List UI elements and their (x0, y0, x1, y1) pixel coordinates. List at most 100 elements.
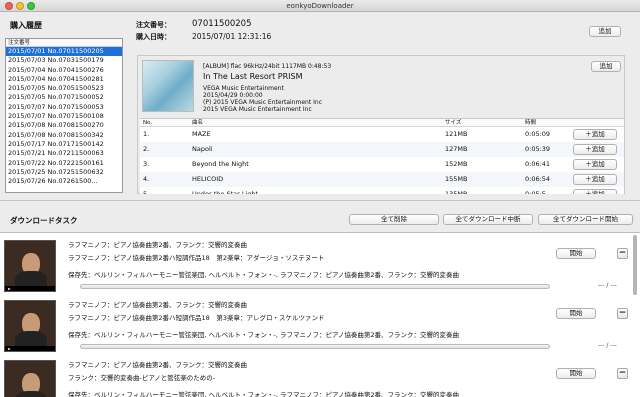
album-panel: [ALBUM] flac 96kHz/24bit 1117MB 0:48:53 … (137, 55, 625, 194)
history-item[interactable]: 2015/07/08 No.07081500342 (6, 131, 122, 140)
task-track-title: ラフマニノフ：ピアノ協奏曲第2番ハ短調作品18 第3楽章：アレグロ・スケルツァン… (68, 314, 325, 322)
history-item[interactable]: 2015/07/07 No.07071500053 (6, 103, 122, 112)
task-album-title: ラフマニノフ：ピアノ協奏曲第2番、フランク：交響的変奏曲 (68, 361, 248, 369)
history-item[interactable]: 2015/07/26 No.07261500... (6, 177, 122, 186)
task-start-button[interactable]: 開始 (556, 368, 596, 379)
remove-task-icon[interactable]: − (617, 248, 628, 259)
track-time: 0:05:39 (525, 145, 551, 153)
track-time-header[interactable]: 時間 (525, 119, 536, 127)
task-start-button[interactable]: 開始 (556, 308, 596, 319)
download-task: ラフマニノフ：ピアノ協奏曲第2番、フランク：交響的変奏曲 ラフマニノフ：ピアノ協奏… (0, 296, 640, 355)
track-size: 135MB (445, 190, 468, 194)
history-item[interactable]: 2015/07/07 No.07071500108 (6, 112, 122, 121)
album-label: VEGA Music Entertainment (203, 85, 284, 92)
album-c-line: 2015 VEGA Music Entertainment Inc (203, 106, 312, 113)
play-icon (8, 288, 11, 290)
title-bar: eonkyoDownloader (0, 0, 640, 12)
stop-all-button[interactable]: 全てダウンロード中断 (443, 214, 533, 225)
track-table-header: No. 曲名 サイズ 時間 (140, 119, 624, 127)
close-window-button[interactable] (5, 2, 13, 10)
track-name: Under the Star Light (192, 190, 259, 194)
task-list-scrollbar[interactable] (632, 233, 638, 397)
task-thumbnail (4, 300, 56, 352)
task-progress-text: --- / --- (598, 342, 617, 349)
track-table: No. 曲名 サイズ 時間 1. MAZE 121MB 0:05:09 ＋追加 2. Nap… (140, 118, 624, 194)
history-item[interactable]: 2015/07/25 No.07251500632 (6, 168, 122, 177)
remove-task-icon[interactable]: − (617, 368, 628, 379)
track-no-header[interactable]: No. (143, 119, 152, 127)
history-item[interactable]: 2015/07/17 No.07171500142 (6, 140, 122, 149)
thumbnail-player-bar (5, 286, 55, 291)
task-progress-text: --- / --- (598, 282, 617, 289)
add-track-button[interactable]: ＋追加 (573, 174, 617, 185)
download-task-list[interactable]: ラフマニノフ：ピアノ協奏曲第2番、フランク：交響的変奏曲 ラフマニノフ：ピアノ協奏… (0, 232, 640, 397)
order-date-value: 2015/07/01 12:31:16 (192, 32, 272, 41)
history-item[interactable]: 2015/07/03 No.07031500179 (6, 56, 122, 65)
history-item[interactable]: 2015/07/22 No.07221500161 (6, 159, 122, 168)
add-track-button[interactable]: ＋追加 (573, 189, 617, 194)
track-time: 0:06:54 (525, 175, 551, 183)
splitter[interactable] (0, 200, 640, 201)
task-start-button[interactable]: 開始 (556, 248, 596, 259)
order-number-label: 注文番号： (136, 21, 171, 29)
track-number: 2. (143, 145, 150, 153)
window-title: eonkyoDownloader (286, 2, 354, 10)
zoom-window-button[interactable] (27, 2, 35, 10)
history-item[interactable]: 2015/07/05 No.07071500052 (6, 93, 122, 102)
track-row[interactable]: 3. Beyond the Night 152MB 0:06:41 ＋追加 (140, 157, 624, 172)
track-name-header[interactable]: 曲名 (192, 119, 203, 127)
task-thumbnail (4, 240, 56, 292)
remove-task-icon[interactable]: − (617, 308, 628, 319)
track-size-header[interactable]: サイズ (445, 119, 461, 127)
track-time: 0:05:09 (525, 130, 551, 138)
task-track-title: フランク：交響的変奏曲-ピアノと管弦楽のための- (68, 374, 216, 382)
track-row[interactable]: 4. HELICOID 155MB 0:06:54 ＋追加 (140, 172, 624, 187)
history-item[interactable]: 2015/07/01 No.07011500205 (6, 47, 122, 57)
play-icon (8, 348, 11, 350)
task-track-title: ラフマニノフ：ピアノ協奏曲第2番ハ短調作品18 第2楽章：アダージョ・ソステヌー… (68, 254, 325, 262)
track-rows: 1. MAZE 121MB 0:05:09 ＋追加 2. Napoli 127MB 0:05:3… (140, 127, 624, 194)
track-row[interactable]: 2. Napoli 127MB 0:05:39 ＋追加 (140, 142, 624, 157)
track-name: HELICOID (192, 175, 224, 183)
download-task: ラフマニノフ：ピアノ協奏曲第2番、フランク：交響的変奏曲 フランク：交響的変奏曲-… (0, 356, 640, 397)
track-size: 121MB (445, 130, 468, 138)
track-time: 0:06:41 (525, 160, 551, 168)
track-name: Beyond the Night (192, 160, 249, 168)
add-track-button[interactable]: ＋追加 (573, 159, 617, 170)
start-all-button[interactable]: 全てダウンロード開始 (538, 214, 633, 225)
track-size: 152MB (445, 160, 468, 168)
add-track-button[interactable]: ＋追加 (573, 129, 617, 140)
album-release-date: 2015/04/29 0:00:00 (203, 92, 263, 99)
download-tasks-heading: ダウンロードタスク (10, 216, 78, 225)
task-save-path: 保存先：ベルリン・フィルハーモニー管弦楽団, ヘルベルト・フォン・-, ラフマニ… (68, 391, 460, 397)
history-column-header[interactable]: 注文番号 (6, 39, 122, 47)
scrollbar-knob[interactable] (633, 235, 637, 295)
track-size: 127MB (445, 145, 468, 153)
add-album-button[interactable]: 追加 (591, 61, 621, 72)
delete-all-button[interactable]: 全て削除 (349, 214, 439, 225)
track-number: 4. (143, 175, 150, 183)
track-row[interactable]: 5. Under the Star Light 135MB 0:05:5 ＋追加 (140, 187, 624, 194)
task-progress-bar (80, 344, 550, 349)
history-item[interactable]: 2015/07/21 No.07211500063 (6, 149, 122, 158)
minimize-window-button[interactable] (16, 2, 24, 10)
history-item[interactable]: 2015/07/08 No.07081500270 (6, 121, 122, 130)
history-item[interactable]: 2015/07/04 No.07041500276 (6, 66, 122, 75)
add-order-button[interactable]: 追加 (589, 26, 621, 37)
track-row[interactable]: 1. MAZE 121MB 0:05:09 ＋追加 (140, 127, 624, 142)
order-number-value: 07011500205 (192, 19, 252, 29)
add-track-button[interactable]: ＋追加 (573, 144, 617, 155)
history-item[interactable]: 2015/07/05 No.07051500523 (6, 84, 122, 93)
task-save-path: 保存先：ベルリン・フィルハーモニー管弦楽団, ヘルベルト・フォン・-, ラフマニ… (68, 331, 460, 339)
history-item[interactable]: 2015/07/04 No.07041500281 (6, 75, 122, 84)
history-rows: 2015/07/01 No.07011500205 2015/07/03 No.0… (6, 47, 122, 186)
track-time: 0:05:5 (525, 190, 546, 194)
task-progress-bar (80, 284, 550, 289)
album-title: In The Last Resort PRISM (203, 72, 303, 81)
order-date-label: 購入日時： (136, 33, 171, 41)
album-cover-image (142, 60, 194, 112)
history-list[interactable]: 注文番号 2015/07/01 No.07011500205 2015/07/03… (5, 38, 123, 193)
track-number: 3. (143, 160, 150, 168)
task-album-title: ラフマニノフ：ピアノ協奏曲第2番、フランク：交響的変奏曲 (68, 241, 248, 249)
track-name: Napoli (192, 145, 213, 153)
